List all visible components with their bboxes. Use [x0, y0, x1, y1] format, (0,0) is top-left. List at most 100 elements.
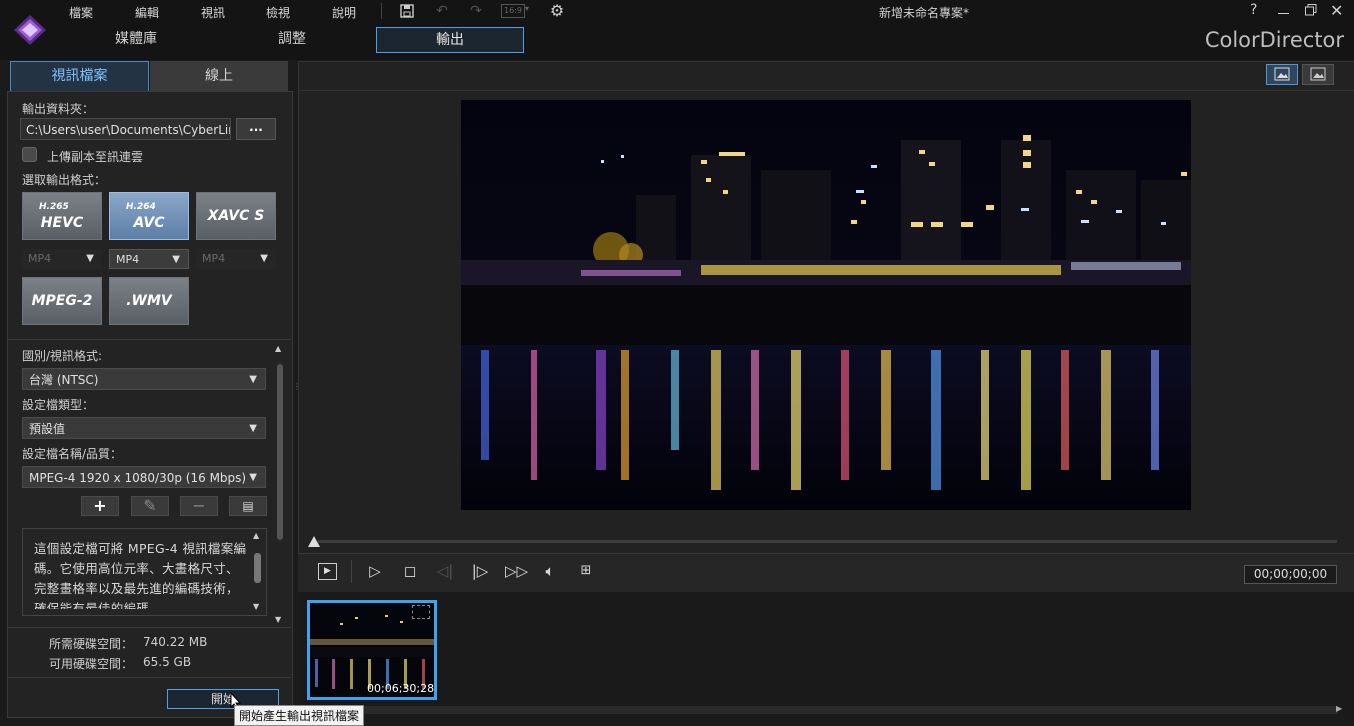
scroll-down-icon[interactable]: ▼: [275, 615, 281, 624]
desc-scroll-down-icon[interactable]: ▼: [253, 602, 259, 611]
play-icon[interactable]: ▷: [365, 561, 385, 581]
preview-mode-icon[interactable]: ▶: [318, 563, 337, 580]
section-divider: [8, 627, 291, 628]
video-preview[interactable]: [461, 100, 1191, 510]
profile-type-label: 設定檔類型：: [22, 398, 95, 412]
settings-scrollbar-thumb[interactable]: [277, 364, 283, 540]
tab-video-file[interactable]: 視訊檔案: [10, 61, 149, 91]
menu-edit[interactable]: 編輯: [135, 4, 159, 21]
format-avc-codec: H.264: [126, 202, 156, 212]
remove-profile-icon[interactable]: −: [180, 496, 218, 516]
clip-duration: 00;06;30;28: [367, 682, 435, 695]
xavcs-container-dropdown: MP4 ▼: [196, 249, 276, 269]
section-divider: [8, 677, 291, 678]
aspect-ratio-selector[interactable]: 16:9: [501, 4, 525, 18]
profile-name-value: MPEG-4 1920 x 1080/30p (16 Mbps): [29, 471, 247, 485]
format-mpeg2-label: MPEG-2: [31, 293, 93, 309]
available-space-value: 65.5 GB: [143, 655, 192, 669]
menu-video[interactable]: 視訊: [201, 4, 225, 21]
previous-frame-icon[interactable]: ◁|: [435, 561, 455, 581]
minimize-icon[interactable]: [1278, 13, 1289, 14]
start-button-tooltip: 開始產生輸出視訊檔案: [234, 705, 365, 726]
next-frame-icon[interactable]: |▷: [470, 561, 490, 581]
aspect-dropdown-icon[interactable]: ▾: [525, 4, 529, 13]
desc-scrollbar-thumb[interactable]: [254, 553, 261, 583]
timeline-scrollbar[interactable]: [298, 706, 1338, 714]
scrubber-handle[interactable]: [308, 536, 320, 547]
xavcs-container-value: MP4: [202, 252, 226, 265]
menu-divider: [381, 3, 382, 19]
fast-forward-icon[interactable]: ▷▷: [505, 561, 528, 581]
add-profile-icon[interactable]: +: [81, 496, 119, 516]
format-hevc-codec: H.265: [39, 202, 69, 212]
output-type-tabs: 視訊檔案 線上: [10, 61, 288, 92]
format-wmv-label: .WMV: [126, 293, 172, 309]
format-wmv-button[interactable]: .WMV: [109, 277, 189, 325]
avc-container-value: MP4: [116, 253, 140, 266]
volume-icon[interactable]: 🔈︎: [540, 561, 560, 581]
avc-container-dropdown[interactable]: MP4 ▼: [109, 249, 189, 269]
profile-type-dropdown[interactable]: 預設值 ▼: [22, 417, 266, 439]
available-space-label: 可用硬碟空間：: [49, 657, 134, 671]
profile-description: 這個設定檔可將 MPEG-4 視訊檔案編碼。它使用高位元率、大畫格尺寸、完整畫格…: [34, 541, 247, 609]
browse-folder-button[interactable]: ...: [236, 118, 276, 140]
preview-divider: [298, 90, 1354, 91]
format-avc-label: AVC: [133, 215, 165, 231]
playback-controls: [298, 553, 1354, 592]
close-icon[interactable]: ✕: [1330, 1, 1343, 20]
section-divider: [8, 339, 291, 340]
chevron-down-icon: ▼: [249, 472, 257, 483]
stop-icon[interactable]: ◻: [400, 561, 420, 581]
format-hevc-button[interactable]: H.265 HEVC: [22, 192, 102, 240]
panel-splitter-grip[interactable]: ⋮: [293, 383, 301, 399]
hevc-container-value: MP4: [28, 252, 52, 265]
format-xavcs-label: XAVC S: [207, 208, 265, 224]
region-dropdown[interactable]: 台灣 (NTSC) ▼: [22, 368, 266, 390]
restore-icon[interactable]: [1305, 4, 1317, 16]
help-icon[interactable]: ?: [1250, 2, 1257, 18]
output-folder-field[interactable]: C:\Users\user\Documents\CyberLink...: [20, 118, 231, 140]
app-name: ColorDirector: [1204, 28, 1344, 52]
preview-mode-single-icon[interactable]: [1266, 64, 1298, 85]
format-mpeg2-button[interactable]: MPEG-2: [22, 277, 102, 325]
format-avc-button[interactable]: H.264 AVC: [109, 192, 189, 240]
timeline-area: [298, 592, 1354, 721]
profile-name-label: 設定檔名稱/品質：: [22, 447, 123, 461]
format-hevc-label: HEVC: [40, 215, 84, 231]
chevron-down-icon: ▼: [249, 374, 257, 385]
tab-adjust[interactable]: 調整: [232, 27, 352, 51]
upload-copy-label: 上傳副本至訊連雲: [47, 150, 144, 164]
format-xavcs-button[interactable]: XAVC S: [196, 192, 276, 240]
chevron-down-icon: ▼: [86, 253, 94, 264]
edit-profile-icon[interactable]: ✎: [131, 496, 169, 516]
tab-library[interactable]: 媒體庫: [76, 27, 196, 51]
profile-details-icon[interactable]: ▤: [229, 496, 267, 516]
snapshot-icon[interactable]: ⊞: [576, 561, 596, 581]
project-title: 新增未命名專案*: [879, 6, 970, 20]
scroll-up-icon[interactable]: ▲: [275, 344, 281, 353]
menu-file[interactable]: 檔案: [69, 4, 93, 21]
save-icon[interactable]: [398, 3, 416, 19]
desc-scroll-up-icon[interactable]: ▲: [253, 531, 259, 540]
required-space-label: 所需硬碟空間：: [49, 637, 134, 651]
undo-icon[interactable]: ↶: [433, 3, 451, 19]
region-label: 國別/視訊格式:: [22, 349, 103, 363]
clip-type-icon: [412, 605, 430, 619]
menu-view[interactable]: 檢視: [266, 4, 290, 21]
playback-scrubber[interactable]: [318, 540, 1337, 543]
preview-mode-compare-icon[interactable]: [1302, 64, 1334, 85]
ctrl-divider: [351, 560, 352, 583]
tab-output[interactable]: 輸出: [376, 27, 524, 53]
settings-icon[interactable]: ⚙: [548, 3, 566, 19]
output-folder-label: 輸出資料夾：: [22, 102, 95, 116]
profile-name-dropdown[interactable]: MPEG-4 1920 x 1080/30p (16 Mbps) ▼: [22, 466, 266, 488]
upload-copy-checkbox[interactable]: [22, 147, 37, 162]
chevron-down-icon: ▼: [249, 423, 257, 434]
region-value: 台灣 (NTSC): [29, 373, 99, 387]
timeline-scroll-right-icon[interactable]: ▶: [1336, 704, 1342, 713]
menu-help[interactable]: 說明: [332, 4, 356, 21]
timecode-display[interactable]: 00;00;00;00: [1244, 565, 1337, 584]
redo-icon[interactable]: ↷: [467, 3, 485, 19]
required-space-value: 740.22 MB: [143, 635, 208, 649]
tab-online[interactable]: 線上: [150, 61, 288, 92]
